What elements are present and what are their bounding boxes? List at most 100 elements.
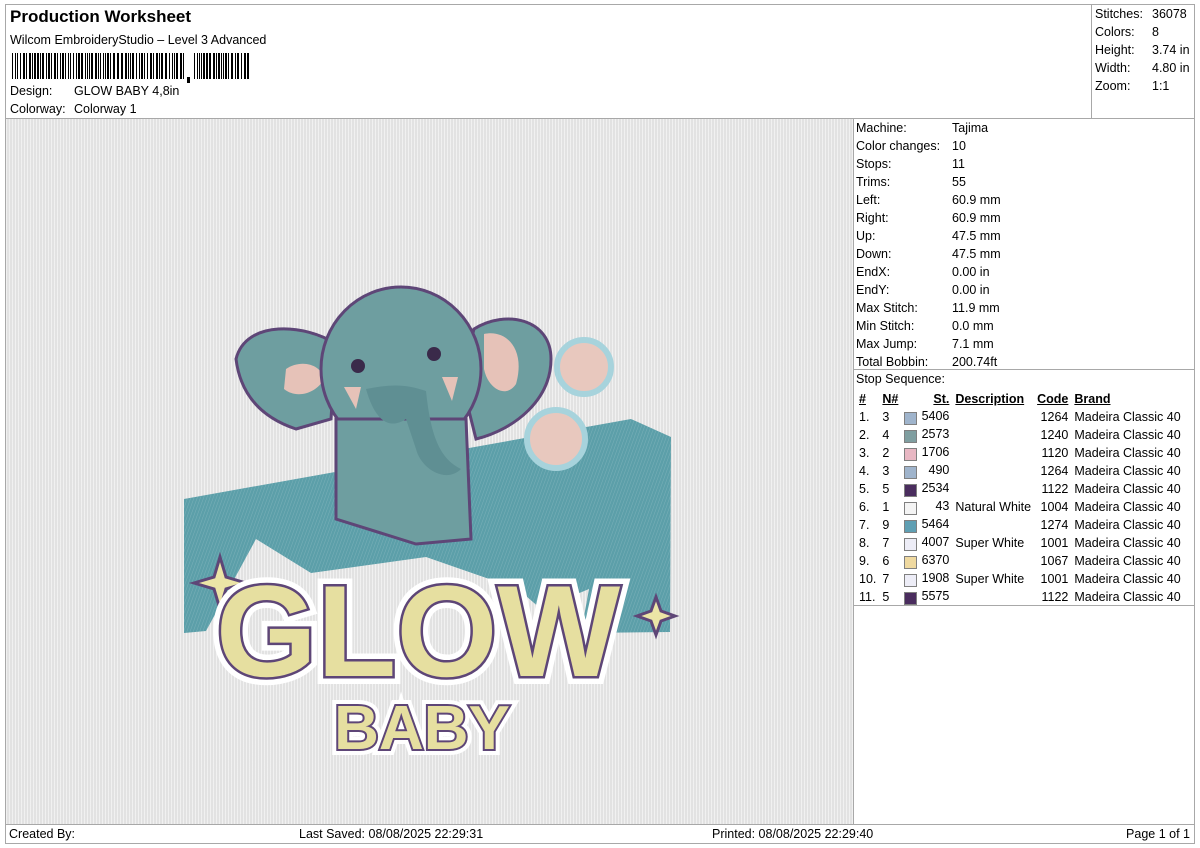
table-row: 10. 7 1908 Super White 1001 Madeira Classic 4… xyxy=(856,570,1184,588)
table-row: 6. 1 43 Natural White 1004 Madeira Classic 40 xyxy=(856,498,1184,516)
summary-value: 8 xyxy=(1152,25,1159,39)
needle-number: 1 xyxy=(882,500,890,514)
worksheet-footer: Created By: Last Saved: 08/08/2025 22:29… xyxy=(5,824,1195,844)
table-row: 9. 6 6370 1067 Madeira Classic 40 xyxy=(856,552,1184,570)
table-row: 2. 4 2573 1240 Madeira Classic 40 xyxy=(856,426,1184,444)
machine-info-value: 11 xyxy=(952,157,965,171)
summary-value: 3.74 in xyxy=(1152,43,1190,57)
table-row: 3. 2 1706 1120 Madeira Classic 40 xyxy=(856,444,1184,462)
thread-description xyxy=(952,588,1034,606)
created-by: Created By: xyxy=(9,827,76,841)
row-number: 7. xyxy=(859,518,870,532)
needle-number: 3 xyxy=(882,464,890,478)
machine-info-label: Stops: xyxy=(856,157,892,171)
stitch-count-cell: 43 xyxy=(901,498,952,516)
column-header: N# xyxy=(882,392,899,406)
stitch-count-cell: 5406 xyxy=(901,408,952,426)
needle-number: 5 xyxy=(882,590,890,604)
summary-label: Height: xyxy=(1095,43,1135,57)
stitch-count: 1706 xyxy=(921,445,950,459)
table-row: 1. 3 5406 1264 Madeira Classic 40 xyxy=(856,408,1184,426)
machine-info-value: Tajima xyxy=(952,121,989,135)
thread-code: 1122 xyxy=(1041,590,1069,604)
thread-code: 1001 xyxy=(1040,572,1069,586)
machine-info-value: 55 xyxy=(952,175,966,189)
color-swatch xyxy=(904,466,918,479)
summary-value: 1:1 xyxy=(1152,79,1170,93)
summary-value: 4.80 in xyxy=(1152,61,1190,75)
design-label: Design: xyxy=(10,84,53,98)
thread-brand: Madeira Classic 40 xyxy=(1074,446,1181,460)
stitch-count-cell: 1908 xyxy=(901,570,952,588)
stitch-count: 1908 xyxy=(921,571,950,585)
column-header: Brand xyxy=(1074,392,1111,406)
thread-code: 1264 xyxy=(1040,410,1069,424)
thread-code: 1001 xyxy=(1040,536,1069,550)
machine-info-label: Trims: xyxy=(856,175,891,189)
worksheet-header: Production Worksheet Wilcom EmbroiderySt… xyxy=(5,4,1092,119)
summary-label: Stitches: xyxy=(1095,7,1143,21)
machine-info-label: Min Stitch: xyxy=(856,319,915,333)
thread-code: 1240 xyxy=(1040,428,1069,442)
machine-info-value: 0.00 in xyxy=(952,265,990,279)
stitch-count-cell: 1706 xyxy=(901,444,952,462)
stitch-count: 490 xyxy=(928,463,950,477)
thread-brand: Madeira Classic 40 xyxy=(1074,518,1181,532)
column-header: St. xyxy=(933,392,950,406)
table-row: 5. 5 2534 1122 Madeira Classic 40 xyxy=(856,480,1184,498)
summary-label: Colors: xyxy=(1095,25,1135,39)
thread-brand: Madeira Classic 40 xyxy=(1074,572,1181,586)
machine-info-label: EndX: xyxy=(856,265,891,279)
machine-info-panel: Machine: Tajima Color changes: 10 Stops: 11 Tr… xyxy=(853,118,1195,370)
stitch-count-cell: 5464 xyxy=(901,516,952,534)
machine-info-value: 60.9 mm xyxy=(952,211,1001,225)
thread-brand: Madeira Classic 40 xyxy=(1074,410,1181,424)
thread-description: Super White xyxy=(955,572,1025,586)
machine-info-value: 200.74ft xyxy=(952,355,998,369)
machine-info-value: 0.00 in xyxy=(952,283,990,297)
thread-description xyxy=(952,462,1034,480)
summary-value: 36078 xyxy=(1152,7,1187,21)
needle-number: 7 xyxy=(882,572,890,586)
stitch-count-cell: 490 xyxy=(901,462,952,480)
thread-brand: Madeira Classic 40 xyxy=(1074,554,1181,568)
glow-text: GLOW xyxy=(216,558,621,704)
needle-number: 3 xyxy=(882,410,890,424)
colorway-value: Colorway 1 xyxy=(74,102,137,116)
design-value: GLOW BABY 4,8in xyxy=(74,84,180,98)
row-number: 1. xyxy=(859,410,870,424)
stitch-count: 43 xyxy=(935,499,950,513)
table-row: 8. 7 4007 Super White 1001 Madeira Classic 40 xyxy=(856,534,1184,552)
stitch-count: 2534 xyxy=(921,481,950,495)
thread-code: 1264 xyxy=(1040,464,1069,478)
stitch-count-cell: 2573 xyxy=(901,426,952,444)
stitch-count: 6370 xyxy=(921,553,950,567)
needle-number: 5 xyxy=(882,482,890,496)
color-swatch xyxy=(904,520,918,533)
color-swatch xyxy=(904,574,918,587)
machine-info-value: 11.9 mm xyxy=(952,301,1000,315)
machine-info-value: 60.9 mm xyxy=(952,193,1001,207)
empty-panel xyxy=(853,605,1195,825)
page-title: Production Worksheet xyxy=(10,7,192,26)
stitch-count: 4007 xyxy=(921,535,950,549)
thread-description xyxy=(952,408,1034,426)
stitch-count-cell: 6370 xyxy=(901,552,952,570)
machine-info-label: Color changes: xyxy=(856,139,941,153)
machine-info-label: EndY: xyxy=(856,283,890,297)
color-swatch xyxy=(904,502,918,515)
table-header-row: # N# St. Description Code Brand xyxy=(856,390,1184,408)
colorway-label: Colorway: xyxy=(10,102,66,116)
stitch-count: 2573 xyxy=(921,427,950,441)
column-header: Code xyxy=(1037,392,1069,406)
row-number: 5. xyxy=(859,482,870,496)
thread-description xyxy=(952,444,1034,462)
thread-description xyxy=(952,426,1034,444)
machine-info-value: 47.5 mm xyxy=(952,229,1001,243)
row-number: 11. xyxy=(859,590,876,604)
needle-number: 4 xyxy=(882,428,890,442)
thread-code: 1004 xyxy=(1040,500,1069,514)
machine-info-label: Up: xyxy=(856,229,876,243)
machine-info-label: Max Jump: xyxy=(856,337,918,351)
row-number: 8. xyxy=(859,536,870,550)
